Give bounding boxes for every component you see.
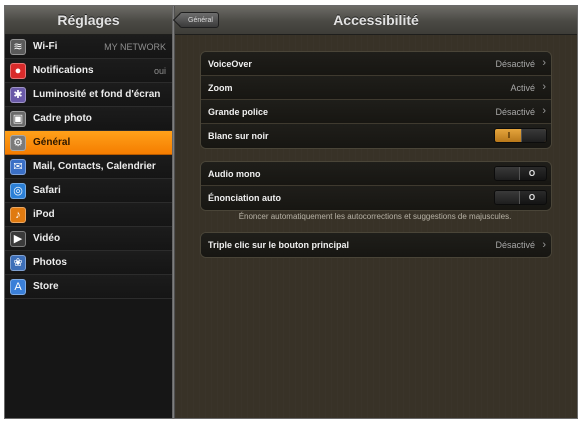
setting-value: Désactivé [495,240,535,250]
setting-label: Grande police [208,106,269,117]
sidebar-item-value: MY NETWORK [104,41,166,52]
setting-blanc-sur-noir: Blanc sur noir I [201,124,551,148]
setting-label: Triple clic sur le bouton principal [208,240,350,250]
sidebar-list: ≋ Wi-Fi MY NETWORK ● Notifications oui ✱ Lumino… [5,35,172,299]
toggle-switch[interactable]: O [494,166,547,181]
toggle-knob [495,191,520,204]
sidebar-item-label: Wi-Fi [33,41,58,52]
sidebar-item-label: Général [33,137,71,148]
page-title: Accessibilité [333,12,419,28]
wifi-icon: ≋ [10,38,26,55]
safari-icon: ◎ [10,182,26,199]
sidebar-item-wifi[interactable]: ≋ Wi-Fi MY NETWORK [5,35,172,59]
brightness-icon: ✱ [10,86,26,103]
store-icon: A [10,278,26,295]
setting-label: Énonciation auto [208,193,281,203]
sidebar-item-label: Store [33,281,59,292]
toggle-label: O [528,193,536,202]
sidebar-item-label: Photos [33,257,67,268]
setting-grande-police[interactable]: Grande police Désactivé › [201,100,551,124]
sidebar-item-mail[interactable]: ✉ Mail, Contacts, Calendrier [5,155,172,179]
settings-group-home: Triple clic sur le bouton principal Désac… [200,232,552,258]
sidebar-item-label: Safari [33,185,61,196]
chevron-right-icon: › [542,105,546,117]
toggle-knob [495,167,520,180]
sidebar-item-label: Luminosité et fond d'écran [33,89,161,100]
sidebar-header: Réglages [5,6,172,35]
settings-group-vision: VoiceOver Désactivé › Zoom Activé › Grande pol… [200,51,552,149]
toggle-switch[interactable]: I [494,128,547,143]
settings-group-audio: Audio mono O Énonciation auto O [200,161,552,211]
setting-voiceover[interactable]: VoiceOver Désactivé › [201,52,551,76]
footnote-text: Énoncer automatiquement les autocorrecti… [238,212,512,221]
toggle-label: O [528,169,536,178]
sidebar-item-photos[interactable]: ❀ Photos [5,251,172,275]
picture-frame-icon: ▣ [10,110,26,127]
sidebar-item-notifications[interactable]: ● Notifications oui [5,59,172,83]
setting-zoom[interactable]: Zoom Activé › [201,76,551,100]
setting-label: Zoom [208,82,233,93]
ipod-icon: ♪ [10,206,26,223]
sidebar-title: Réglages [57,12,120,28]
back-button-label: Général [188,17,213,24]
sidebar: Réglages ≋ Wi-Fi MY NETWORK ● Notifications o… [5,6,172,418]
sidebar-item-picture-frame[interactable]: ▣ Cadre photo [5,107,172,131]
video-icon: ▶ [10,230,26,247]
mail-icon: ✉ [10,158,26,175]
setting-value: Activé [510,82,535,93]
sidebar-item-label: Cadre photo [33,113,92,124]
setting-value: Désactivé [495,106,535,117]
gear-icon: ⚙ [10,134,26,151]
detail-pane: Général Accessibilité VoiceOver Désactivé… [175,6,577,418]
setting-label: VoiceOver [208,58,252,69]
sidebar-item-store[interactable]: A Store [5,275,172,299]
setting-enonciation-auto: Énonciation auto O [201,186,551,210]
setting-audio-mono: Audio mono O [201,162,551,186]
chevron-right-icon: › [542,57,546,69]
sidebar-item-value: oui [153,65,166,76]
chevron-right-icon: › [542,81,546,93]
sidebar-item-label: Vidéo [33,233,61,244]
sidebar-item-label: iPod [33,209,55,220]
back-button[interactable]: Général [179,12,219,28]
detail-header: Général Accessibilité [175,6,577,35]
photos-icon: ❀ [10,254,26,271]
setting-label: Audio mono [208,168,261,179]
sidebar-item-gear[interactable]: ⚙ Général [5,131,172,155]
sidebar-item-safari[interactable]: ◎ Safari [5,179,172,203]
sidebar-item-brightness[interactable]: ✱ Luminosité et fond d'écran [5,83,172,107]
setting-label: Blanc sur noir [208,131,269,141]
notifications-icon: ● [10,62,26,79]
sidebar-item-label: Mail, Contacts, Calendrier [33,161,156,172]
toggle-switch[interactable]: O [494,190,547,205]
setting-triple-clic-sur-le-bouton-principal[interactable]: Triple clic sur le bouton principal Désac… [201,233,551,257]
sidebar-item-ipod[interactable]: ♪ iPod [5,203,172,227]
setting-value: Désactivé [495,58,535,69]
sidebar-item-label: Notifications [33,65,94,76]
settings-window: Réglages ≋ Wi-Fi MY NETWORK ● Notifications o… [4,5,578,419]
sidebar-item-video[interactable]: ▶ Vidéo [5,227,172,251]
chevron-right-icon: › [542,238,546,251]
toggle-knob [521,129,546,142]
toggle-label: I [507,131,511,140]
